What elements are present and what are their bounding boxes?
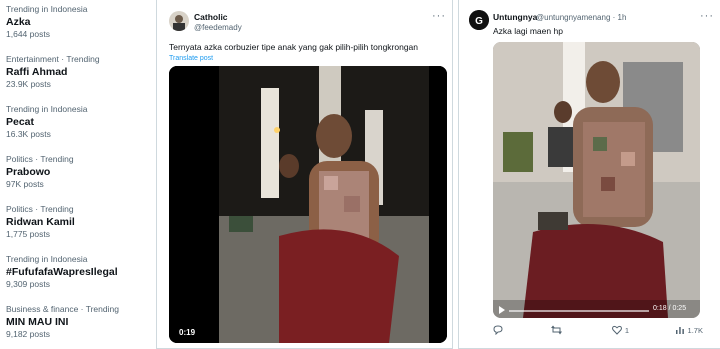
trend-item[interactable]: Business & finance · Trending MIN MAU INI…	[6, 304, 152, 349]
video-frame	[169, 66, 447, 343]
trend-post-count: 9,182 posts	[6, 329, 50, 339]
trend-post-count: 23.9K posts	[6, 79, 51, 89]
like-button[interactable]: 1	[611, 325, 630, 335]
avatar[interactable]: G	[469, 10, 489, 30]
trend-post-count: 16.3K posts	[6, 129, 51, 139]
trend-name: #FufufafaWapresIlegal	[6, 266, 118, 278]
trends-sidebar: Trending in Indonesia Azka 1,644 posts Ente…	[0, 0, 152, 349]
translate-link[interactable]: Translate post	[169, 55, 213, 62]
reply-button[interactable]	[493, 325, 506, 335]
trend-context: Trending in Indonesia	[6, 4, 88, 14]
retweet-button[interactable]	[551, 325, 566, 335]
video-player[interactable]: 0:18 / 0:25	[493, 42, 700, 318]
trend-name: MIN MAU INI	[6, 316, 69, 328]
trend-item[interactable]: Trending in Indonesia #FufufafaWapresIleg…	[6, 254, 152, 304]
tweet-card[interactable]: Catholic @feedemady ··· Ternyata azka co…	[156, 0, 453, 349]
trend-context: Trending in Indonesia	[6, 104, 88, 114]
retweet-icon	[551, 325, 563, 335]
more-icon[interactable]: ···	[432, 10, 446, 22]
video-time: 0:18 / 0:25	[653, 305, 687, 312]
video-frame	[493, 42, 700, 318]
author-name[interactable]: Catholic	[194, 12, 228, 22]
more-icon[interactable]: ···	[700, 10, 714, 22]
trend-context: Entertainment · Trending	[6, 54, 100, 64]
trend-post-count: 1,775 posts	[6, 229, 50, 239]
views-count: 1.7K	[687, 325, 703, 335]
trend-context: Politics · Trending	[6, 204, 74, 214]
trend-item[interactable]: Trending in Indonesia Azka 1,644 posts	[6, 4, 152, 54]
video-player[interactable]: 0:19	[169, 66, 447, 343]
svg-text:G: G	[475, 16, 483, 27]
trend-item[interactable]: Politics · Trending Prabowo 97K posts	[6, 154, 152, 204]
views-icon	[675, 327, 684, 334]
reply-icon	[493, 325, 503, 335]
like-count: 1	[624, 325, 630, 335]
trend-post-count: 1,644 posts	[6, 29, 50, 39]
trend-context: Politics · Trending	[6, 154, 74, 164]
trend-item[interactable]: Entertainment · Trending Raffi Ahmad 23.9K…	[6, 54, 152, 104]
tweet-card[interactable]: G Untungnya @untungnyamenang · 1h ··· Az…	[458, 0, 720, 349]
trend-post-count: 97K posts	[6, 179, 44, 189]
trend-name: Azka	[6, 16, 31, 28]
trend-item[interactable]: Trending in Indonesia Pecat 16.3K posts	[6, 104, 152, 154]
trend-name: Raffi Ahmad	[6, 66, 68, 78]
author-handle[interactable]: @feedemady	[194, 23, 242, 32]
trend-name: Ridwan Kamil	[6, 216, 75, 228]
tweet-text: Ternyata azka corbuzier tipe anak yang g…	[169, 42, 419, 52]
trend-post-count: 9,309 posts	[6, 279, 50, 289]
tweet-actions: 1 1.7K	[493, 325, 703, 335]
video-duration: 0:19	[179, 328, 196, 337]
trend-name: Pecat	[6, 116, 35, 128]
author-name[interactable]: Untungnya	[493, 12, 537, 22]
tweet-text: Azka lagi maen hp	[493, 26, 563, 36]
heart-icon	[611, 325, 622, 335]
trend-context: Trending in Indonesia	[6, 254, 88, 264]
author-handle[interactable]: @untungnyamenang · 1h	[536, 13, 626, 22]
trend-context: Business & finance · Trending	[6, 304, 119, 314]
trend-name: Prabowo	[6, 166, 51, 178]
views-button[interactable]: 1.7K	[675, 325, 703, 335]
trend-item[interactable]: Politics · Trending Ridwan Kamil 1,775 pos…	[6, 204, 152, 254]
avatar[interactable]	[169, 11, 189, 31]
